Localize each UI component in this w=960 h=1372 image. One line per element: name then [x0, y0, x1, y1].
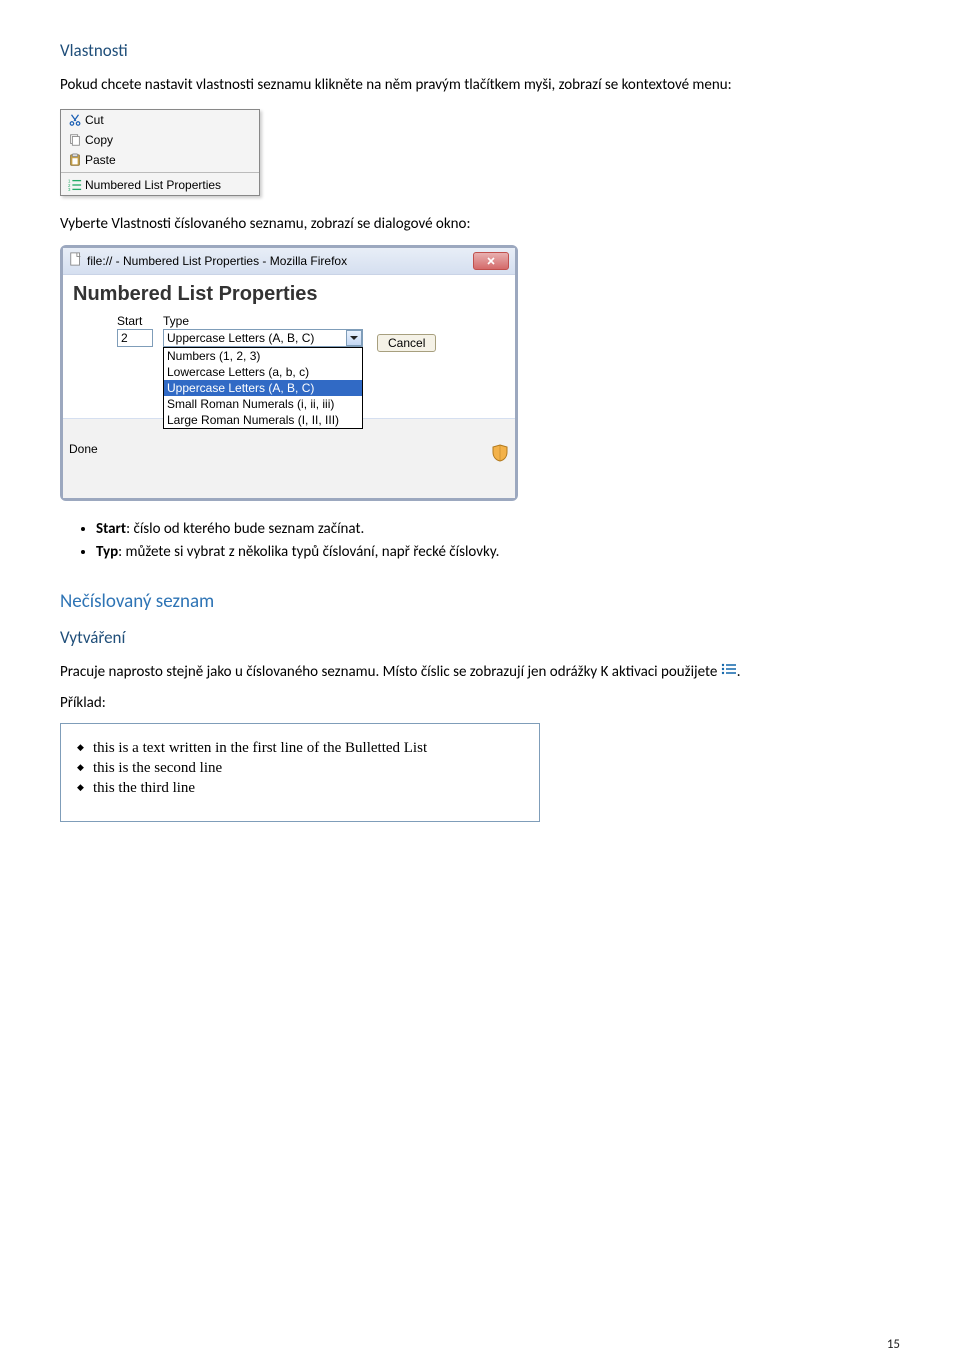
start-input[interactable] — [117, 329, 153, 347]
start-desc: : číslo od kterého bude seznam začínat. — [126, 520, 364, 538]
ctx-item-numbered-props[interactable]: 123 Numbered List Properties — [61, 175, 259, 195]
start-bold: Start — [96, 520, 126, 538]
example-list-item: this is a text written in the first line… — [93, 738, 529, 758]
typ-desc: : můžete si vybrat z několika typů číslo… — [118, 543, 499, 561]
bulleted-list-icon — [721, 662, 737, 682]
paragraph-intro: Pokud chcete nastavit vlastnosti seznamu… — [60, 75, 900, 95]
dialog-titlebar: file:// - Numbered List Properties - Moz… — [63, 248, 515, 275]
ctx-label-numbered-props: Numbered List Properties — [85, 178, 221, 192]
close-button[interactable] — [473, 252, 509, 270]
list-item: Start: číslo od kterého bude seznam začí… — [96, 519, 900, 539]
start-label: Start — [117, 314, 153, 328]
type-option[interactable]: Uppercase Letters (A, B, C) — [164, 380, 362, 396]
paragraph-select-props: Vyberte Vlastnosti číslovaného seznamu, … — [60, 214, 900, 234]
copy-icon — [65, 133, 85, 147]
necislovany-text-a: Pracuje naprosto stejně jako u číslované… — [60, 663, 721, 681]
dialog-title-text: file:// - Numbered List Properties - Moz… — [87, 254, 473, 268]
properties-bullet-list: Start: číslo od kterého bude seznam začí… — [96, 519, 900, 563]
ctx-label-copy: Copy — [85, 133, 113, 147]
cancel-button[interactable]: Cancel — [377, 334, 436, 352]
section-heading-necislovany: Nečíslovaný seznam — [60, 590, 900, 613]
ctx-item-paste[interactable]: Paste — [61, 150, 259, 170]
dialog-statusbar: Done — [63, 418, 515, 498]
ctx-item-cut[interactable]: Cut — [61, 110, 259, 130]
ctx-separator — [61, 172, 259, 173]
dialog-heading: Numbered List Properties — [63, 275, 515, 310]
necislovany-text-b: . — [737, 663, 741, 681]
type-option[interactable]: Lowercase Letters (a, b, c) — [164, 364, 362, 380]
close-icon — [486, 256, 496, 266]
example-list-item: this the third line — [93, 778, 529, 798]
numbered-list-icon: 123 — [65, 178, 85, 192]
firefox-page-icon — [69, 252, 83, 269]
type-combobox[interactable]: Uppercase Letters (A, B, C) — [163, 329, 363, 347]
section-heading-vlastnosti: Vlastnosti — [60, 40, 900, 61]
bulleted-list-example: this is a text written in the first line… — [60, 723, 540, 822]
list-item: Typ: můžete si vybrat z několika typů čí… — [96, 542, 900, 562]
status-done-text: Done — [69, 442, 98, 456]
type-option[interactable]: Numbers (1, 2, 3) — [164, 348, 362, 364]
type-option[interactable]: Large Roman Numerals (I, II, III) — [164, 412, 362, 428]
cut-icon — [65, 113, 85, 127]
type-selected-value: Uppercase Letters (A, B, C) — [167, 331, 314, 345]
combobox-arrow[interactable] — [346, 330, 362, 346]
svg-text:3: 3 — [68, 187, 71, 192]
context-menu: Cut Copy Paste 123 Numbered List Propert… — [60, 109, 260, 196]
type-dropdown-list: Numbers (1, 2, 3) Lowercase Letters (a, … — [163, 347, 363, 429]
paste-icon — [65, 153, 85, 167]
example-list-item: this is the second line — [93, 758, 529, 778]
page-number: 15 — [887, 1337, 900, 1352]
ctx-label-paste: Paste — [85, 153, 116, 167]
section-heading-vytvareni: Vytváření — [60, 627, 900, 648]
ctx-label-cut: Cut — [85, 113, 104, 127]
typ-bold: Typ — [96, 543, 118, 561]
paragraph-necislovany: Pracuje naprosto stejně jako u číslované… — [60, 662, 900, 683]
shield-icon — [491, 444, 509, 462]
numbered-list-properties-dialog: file:// - Numbered List Properties - Moz… — [60, 245, 518, 501]
priklad-label: Příklad: — [60, 693, 900, 713]
type-label: Type — [163, 314, 363, 328]
ctx-item-copy[interactable]: Copy — [61, 130, 259, 150]
type-option[interactable]: Small Roman Numerals (i, ii, iii) — [164, 396, 362, 412]
